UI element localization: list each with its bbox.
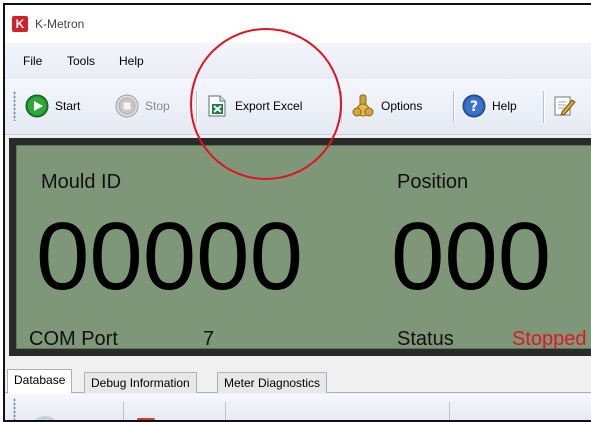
start-label: Start xyxy=(55,99,81,113)
toolbar-grip[interactable] xyxy=(13,398,16,420)
export-excel-button[interactable]: Export Excel xyxy=(205,89,302,123)
database-toolbar xyxy=(5,394,591,420)
stop-label: Stop xyxy=(145,99,170,113)
toolbar-separator xyxy=(196,91,197,123)
toolbar-separator xyxy=(225,402,226,420)
com-port-value: 7 xyxy=(203,328,215,350)
start-button[interactable]: Start xyxy=(25,89,80,123)
com-port-label: COM Port xyxy=(29,328,118,350)
tab-meter-diagnostics[interactable]: Meter Diagnostics xyxy=(217,372,328,393)
title-bar: K K-Metron xyxy=(5,5,591,43)
position-value: 000 xyxy=(391,203,552,310)
mould-id-value: 00000 xyxy=(36,203,303,310)
mould-id-label: Mould ID xyxy=(41,171,122,193)
help-button[interactable]: ? Help xyxy=(462,89,517,123)
edit-icon xyxy=(552,94,576,118)
stop-circle-icon xyxy=(115,94,139,118)
search-icon[interactable] xyxy=(35,416,55,420)
toolbar-separator xyxy=(453,91,454,123)
menu-help[interactable]: Help xyxy=(119,54,144,68)
svg-text:?: ? xyxy=(470,99,478,115)
tab-strip: Database Debug Information Meter Diagnos… xyxy=(5,369,591,394)
app-window: K K-Metron File Tools Help Start Stop Ex… xyxy=(3,3,591,422)
toolbar-separator xyxy=(543,91,544,123)
menu-tools[interactable]: Tools xyxy=(67,54,95,68)
toolbar-separator xyxy=(449,402,450,420)
toolbar-separator xyxy=(341,91,342,123)
tab-database[interactable]: Database xyxy=(7,369,73,394)
status-label: Status xyxy=(397,328,454,350)
window-title: K-Metron xyxy=(35,17,85,31)
delete-icon[interactable] xyxy=(137,418,155,420)
menu-file[interactable]: File xyxy=(23,54,42,68)
menu-bar: File Tools Help xyxy=(5,43,591,79)
position-label: Position xyxy=(397,171,469,193)
export-excel-label: Export Excel xyxy=(235,99,303,113)
help-question-icon: ? xyxy=(462,94,486,118)
help-label: Help xyxy=(492,99,517,113)
tab-debug-information[interactable]: Debug Information xyxy=(84,372,197,393)
options-button[interactable]: Options xyxy=(351,89,422,123)
stop-button[interactable]: Stop xyxy=(115,89,170,123)
options-gear-icon xyxy=(351,94,375,118)
toolbar: Start Stop Export Excel Options ? Help xyxy=(5,79,591,135)
toolbar-separator xyxy=(123,402,124,420)
status-value: Stopped xyxy=(512,328,587,350)
app-logo-icon: K xyxy=(12,16,28,32)
excel-export-icon xyxy=(205,94,229,118)
play-circle-icon xyxy=(25,94,49,118)
edit-button[interactable] xyxy=(552,89,576,123)
toolbar-grip[interactable] xyxy=(13,91,16,121)
options-label: Options xyxy=(381,99,423,113)
readout-display: Mould ID 00000 Position 000 COM Port 7 S… xyxy=(9,138,591,356)
